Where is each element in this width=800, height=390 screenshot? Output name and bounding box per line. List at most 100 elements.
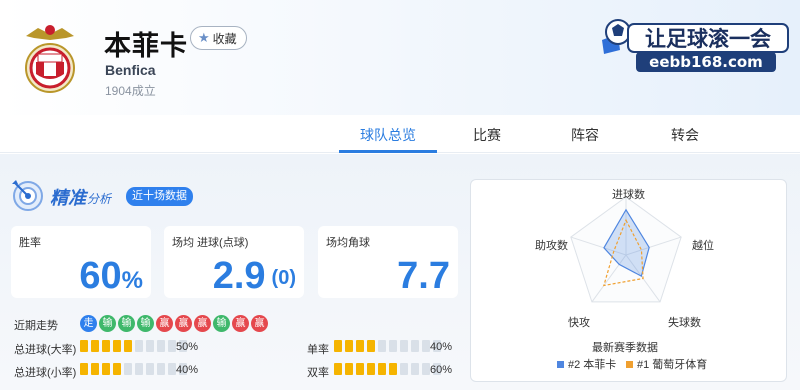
recent-ten-badge: 近十场数据 bbox=[126, 187, 193, 206]
team-name-en: Benfica bbox=[105, 62, 156, 78]
active-tab-indicator bbox=[339, 150, 437, 153]
form-result-dot: 输 bbox=[213, 315, 230, 332]
bar-segment bbox=[400, 363, 408, 375]
bar-segment bbox=[102, 363, 110, 375]
recent-form-label: 近期走势 bbox=[14, 320, 58, 332]
radar-axis-goals: 进球数 bbox=[612, 189, 645, 201]
bar-segment bbox=[356, 340, 364, 352]
form-result-dot: 赢 bbox=[232, 315, 249, 332]
brand-logo: 让足球滚一会 eebb168.com bbox=[602, 19, 789, 72]
bar-segment bbox=[334, 340, 342, 352]
win-rate-card: 胜率 60% bbox=[11, 226, 151, 298]
bar-segment bbox=[367, 340, 375, 352]
radar-axis-assists: 助攻数 bbox=[535, 240, 568, 252]
team-crest-logo bbox=[25, 25, 75, 93]
favorite-label: 收藏 bbox=[212, 31, 237, 46]
bar-segment bbox=[102, 340, 110, 352]
bar-segment bbox=[411, 340, 419, 352]
under-rate-bar bbox=[80, 363, 187, 375]
form-result-dot: 赢 bbox=[175, 315, 192, 332]
avg-goals-label: 场均 进球(点球) bbox=[172, 237, 249, 249]
odd-rate-bar bbox=[334, 340, 441, 352]
tab-bar: 球队总览 比赛 阵容 转会 bbox=[0, 115, 800, 153]
avg-goals-value: 2.9 (0) bbox=[212, 255, 296, 297]
bar-segment bbox=[168, 363, 176, 375]
form-result-dot: 输 bbox=[99, 315, 116, 332]
even-rate-label: 双率 bbox=[307, 367, 329, 379]
over-rate-value: 50% bbox=[176, 341, 199, 353]
target-icon bbox=[12, 180, 43, 211]
bar-segment bbox=[334, 363, 342, 375]
brand-domain: eebb168.com bbox=[649, 53, 763, 71]
odd-rate-value: 40% bbox=[430, 341, 453, 353]
bar-segment bbox=[91, 340, 99, 352]
radar-axis-conceded: 失球数 bbox=[668, 317, 701, 329]
tab-transfers[interactable]: 转会 bbox=[671, 125, 699, 145]
tab-matches[interactable]: 比赛 bbox=[473, 125, 501, 145]
form-result-dot: 赢 bbox=[156, 315, 173, 332]
even-rate-bar bbox=[334, 363, 441, 375]
legend-benfica[interactable]: #2 本菲卡 bbox=[557, 356, 616, 372]
form-result-dot: 走 bbox=[80, 315, 97, 332]
form-result-dot: 赢 bbox=[251, 315, 268, 332]
avg-corners-card: 场均角球 7.7 bbox=[318, 226, 458, 298]
win-rate-label: 胜率 bbox=[19, 237, 41, 249]
legend-label-benfica: #2 本菲卡 bbox=[568, 359, 617, 371]
bar-segment bbox=[411, 363, 419, 375]
team-founded: 1904成立 bbox=[105, 84, 156, 98]
star-icon: ★ bbox=[198, 30, 210, 45]
radar-axis-offside: 越位 bbox=[692, 240, 714, 252]
bar-segment bbox=[378, 363, 386, 375]
legend-label-sporting: #1 葡萄牙体育 bbox=[637, 359, 708, 371]
bar-segment bbox=[367, 363, 375, 375]
under-rate-label: 总进球(小率) bbox=[14, 367, 77, 379]
bar-segment bbox=[146, 363, 154, 375]
even-rate-value: 60% bbox=[430, 364, 453, 376]
favorite-button[interactable]: ★ 收藏 bbox=[190, 26, 247, 50]
avg-corners-label: 场均角球 bbox=[326, 237, 370, 249]
legend-swatch-benfica bbox=[557, 360, 564, 368]
bar-segment bbox=[422, 340, 430, 352]
tab-overview[interactable]: 球队总览 bbox=[360, 125, 416, 145]
team-header: 本菲卡 ★ 收藏 Benfica 1904成立 让足球滚一会 eebb168.c… bbox=[0, 0, 800, 115]
over-rate-label: 总进球(大率) bbox=[14, 344, 77, 356]
bar-segment bbox=[113, 340, 121, 352]
bar-segment bbox=[345, 363, 353, 375]
odd-rate-label: 单率 bbox=[307, 344, 329, 356]
avg-corners-value: 7.7 bbox=[397, 255, 450, 297]
bar-segment bbox=[356, 363, 364, 375]
bar-segment bbox=[80, 363, 88, 375]
section-subtitle: 分析 bbox=[87, 192, 112, 206]
over-rate-bar bbox=[80, 340, 187, 352]
bar-segment bbox=[422, 363, 430, 375]
bar-segment bbox=[124, 363, 132, 375]
win-rate-value: 60% bbox=[79, 255, 143, 297]
bar-segment bbox=[157, 340, 165, 352]
bar-segment bbox=[389, 340, 397, 352]
recent-form-list: 走输输输赢赢赢输赢赢 bbox=[80, 315, 268, 332]
bar-segment bbox=[91, 363, 99, 375]
bar-segment bbox=[400, 340, 408, 352]
radar-title: 最新赛季数据 bbox=[592, 342, 658, 354]
legend-swatch-sporting bbox=[626, 360, 633, 368]
form-result-dot: 赢 bbox=[194, 315, 211, 332]
tab-squad[interactable]: 阵容 bbox=[571, 125, 599, 145]
bar-segment bbox=[157, 363, 165, 375]
bar-segment bbox=[146, 340, 154, 352]
avg-goals-card: 场均 进球(点球) 2.9 (0) bbox=[164, 226, 304, 298]
under-rate-value: 40% bbox=[176, 364, 199, 376]
team-name: 本菲卡 bbox=[104, 31, 188, 61]
brand-slogan: 让足球滚一会 bbox=[645, 27, 771, 51]
radar-axis-counter: 快攻 bbox=[568, 317, 590, 329]
bar-segment bbox=[80, 340, 88, 352]
form-result-dot: 输 bbox=[118, 315, 135, 332]
bar-segment bbox=[378, 340, 386, 352]
bar-segment bbox=[389, 363, 397, 375]
bar-segment bbox=[135, 340, 143, 352]
bar-segment bbox=[124, 340, 132, 352]
bar-segment bbox=[113, 363, 121, 375]
legend-sporting[interactable]: #1 葡萄牙体育 bbox=[626, 356, 707, 372]
bar-segment bbox=[135, 363, 143, 375]
section-title: 精准 bbox=[50, 188, 86, 208]
bar-segment bbox=[345, 340, 353, 352]
